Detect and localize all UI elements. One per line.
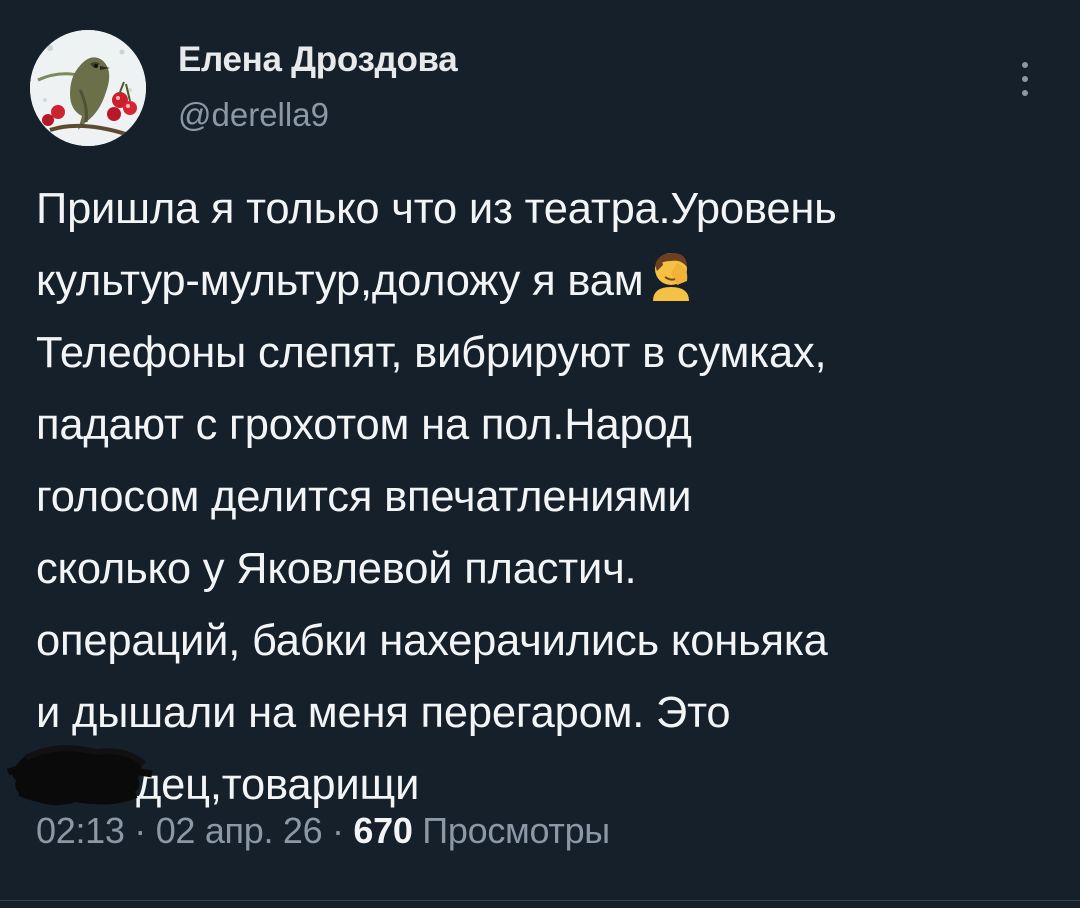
tweet-meta: 02:13 · 02 апр. 26 · 670 Просмотры [36, 810, 610, 852]
tweet-line: операций, бабки нахерачились коньяка [36, 617, 828, 665]
views-label[interactable]: Просмотры [413, 810, 610, 851]
tweet-line-text: культур-мультур,доложу я вам [36, 257, 644, 305]
tweet-line: голосом делится впечатлениями [36, 473, 692, 521]
tweet-line: падают с грохотом на пол.Народ [36, 401, 692, 449]
more-vertical-icon-dot [1022, 90, 1028, 96]
more-vertical-icon [1022, 62, 1028, 68]
avatar-image [30, 30, 146, 146]
divider [0, 900, 1080, 901]
separator: · [322, 810, 354, 851]
author-handle[interactable]: @derella9 [178, 96, 329, 134]
separator: · [124, 810, 156, 851]
redaction-scribble [6, 745, 153, 806]
tweet-line: и дышали на меня перегаром. Это [36, 689, 731, 737]
views-count[interactable]: 670 [353, 810, 412, 851]
author-display-name[interactable]: Елена Дроздова [178, 40, 458, 80]
avatar[interactable] [30, 30, 146, 146]
tweet-text: Пришла я только что из театра.Уровень ку… [36, 173, 1046, 821]
tweet-line: культур-мультур,доложу я вам [36, 245, 1046, 317]
more-options-button[interactable] [1004, 58, 1044, 102]
tweet-line: сколько у Яковлевой пластич. [36, 545, 637, 593]
tweet-line-text: дец,товарищи [136, 761, 420, 809]
tweet-date[interactable]: 02 апр. 26 [156, 810, 323, 851]
tweet-time[interactable]: 02:13 [36, 810, 125, 851]
tweet-line: Телефоны слепят, вибрируют в сумках, [36, 329, 827, 377]
more-vertical-icon-dot [1022, 76, 1028, 82]
tweet-line: Пришла я только что из театра.Уровень [36, 185, 837, 233]
facepalm-emoji-icon [653, 253, 690, 301]
